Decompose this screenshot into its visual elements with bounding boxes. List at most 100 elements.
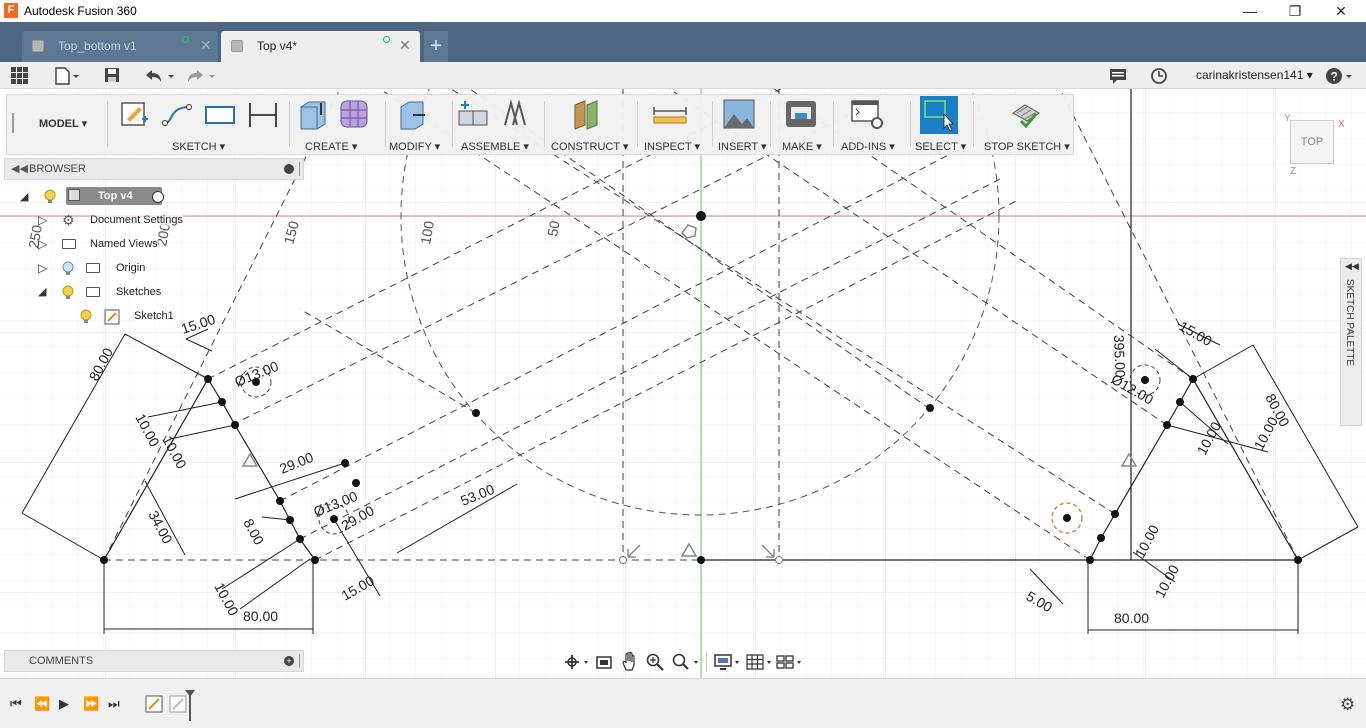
user-account-menu[interactable]: carinakristensen141 ▾ <box>1196 68 1313 82</box>
play-icon[interactable]: ▶ <box>59 696 69 712</box>
sketch-palette-panel[interactable]: ◀◀ SKETCH PALETTE <box>1340 258 1362 426</box>
visibility-bulb-icon[interactable] <box>44 189 56 205</box>
toolbar-divider <box>452 101 453 147</box>
tab-top-bottom-v1[interactable]: Top_bottom v1 ✕ <box>22 31 218 62</box>
gear-icon: ⚙ <box>62 212 75 228</box>
display-settings-icon[interactable] <box>714 653 742 671</box>
notifications-icon[interactable] <box>1109 68 1127 84</box>
visibility-bulb-icon[interactable] <box>62 261 74 277</box>
data-panel-grid-icon[interactable] <box>11 67 29 85</box>
navbar-divider <box>706 652 707 672</box>
panel-grip[interactable] <box>299 654 301 668</box>
timeline-settings-gear-icon[interactable]: ⚙ <box>1340 695 1355 715</box>
job-status-clock-icon[interactable] <box>1150 67 1168 85</box>
form-icon[interactable] <box>337 97 373 131</box>
close-tab-icon[interactable]: ✕ <box>399 37 411 54</box>
tree-label: Origin <box>116 262 146 274</box>
browser-item-origin[interactable]: ▷ Origin <box>36 258 196 280</box>
toolbar-grip[interactable] <box>12 113 14 133</box>
visibility-bulb-icon[interactable] <box>62 285 74 301</box>
rectangle-tool-icon[interactable] <box>202 97 238 131</box>
viewports-icon[interactable] <box>776 653 804 671</box>
timeline-sketch-feature-icon[interactable] <box>145 695 163 713</box>
add-comment-icon[interactable]: + <box>284 656 294 666</box>
line-tool-icon[interactable] <box>159 97 195 131</box>
sketch-dimension-icon[interactable] <box>245 97 281 131</box>
redo-icon[interactable] <box>186 67 220 85</box>
expand-arrow-icon[interactable]: ▷ <box>38 261 47 275</box>
new-component-icon[interactable] <box>455 97 491 131</box>
title-bar: F Autodesk Fusion 360 — ❐ ✕ <box>0 0 1366 22</box>
close-window-button[interactable]: ✕ <box>1318 0 1364 22</box>
collapse-arrow-icon[interactable]: ◢ <box>38 285 46 298</box>
toolbar-group-select[interactable]: SELECT ▾ <box>915 140 966 153</box>
insert-image-icon[interactable] <box>721 97 757 131</box>
toolbar-group-stop-sketch[interactable]: STOP SKETCH ▾ <box>984 140 1070 153</box>
browser-item-sketch1[interactable]: Sketch1 <box>78 306 218 328</box>
stop-sketch-icon[interactable] <box>1007 97 1043 131</box>
expand-palette-icon[interactable]: ◀◀ <box>1345 261 1359 272</box>
expand-arrow-icon[interactable]: ▷ <box>38 237 47 251</box>
step-forward-icon[interactable]: ⏩ <box>83 696 99 712</box>
pan-hand-icon[interactable] <box>621 652 639 672</box>
create-sketch-icon[interactable] <box>117 97 153 131</box>
measure-icon[interactable] <box>652 97 688 131</box>
step-back-icon[interactable]: ⏪ <box>34 696 50 712</box>
toolbar-group-add-ins[interactable]: ADD-INS ▾ <box>841 140 895 153</box>
status-dot-icon <box>383 36 390 43</box>
browser-title: BROWSER <box>29 163 86 175</box>
timeline-marker-icon[interactable] <box>184 689 196 721</box>
browser-item-document-settings[interactable]: ▷ ⚙ Document Settings <box>36 210 196 232</box>
minimize-panel-icon[interactable] <box>284 164 294 174</box>
browser-root-node[interactable]: ◢ Top v4 <box>18 186 218 208</box>
toolbar-group-create[interactable]: CREATE ▾ <box>305 140 357 153</box>
browser-item-sketches[interactable]: ◢ Sketches <box>36 282 196 304</box>
toolbar-group-construct[interactable]: CONSTRUCT ▾ <box>551 140 628 153</box>
undo-icon[interactable] <box>143 67 177 85</box>
scripts-add-ins-icon[interactable] <box>849 97 885 131</box>
help-icon[interactable]: ? <box>1325 67 1355 85</box>
new-tab-button[interactable]: + <box>424 31 448 62</box>
joint-icon[interactable] <box>497 97 533 131</box>
view-cube[interactable]: TOP <box>1290 120 1334 164</box>
fit-zoom-icon[interactable] <box>671 653 701 671</box>
collapse-browser-icon[interactable]: ◀◀ <box>11 162 28 175</box>
axis-z-label: Z <box>1290 166 1297 177</box>
component-icon <box>68 189 80 201</box>
toolbar-group-sketch[interactable]: SKETCH ▾ <box>172 140 225 153</box>
collapse-arrow-icon[interactable]: ◢ <box>20 190 28 203</box>
toolbar-group-make[interactable]: MAKE ▾ <box>782 140 822 153</box>
zoom-icon[interactable] <box>646 653 664 671</box>
axis-x-label: X <box>1338 119 1345 130</box>
folder-icon <box>86 263 100 273</box>
go-to-start-icon[interactable]: ⏮ <box>10 696 22 712</box>
activate-radio-icon[interactable] <box>152 191 164 203</box>
toolbar-group-inspect[interactable]: INSPECT ▾ <box>644 140 700 153</box>
browser-item-named-views[interactable]: ▷ Named Views <box>36 234 196 256</box>
go-to-end-icon[interactable]: ⏭ <box>108 696 120 712</box>
file-menu-icon[interactable] <box>54 67 80 85</box>
toolbar-group-assemble[interactable]: ASSEMBLE ▾ <box>461 140 529 153</box>
look-at-icon[interactable] <box>595 653 613 671</box>
tab-top-v4[interactable]: Top v4* ✕ <box>221 31 420 62</box>
toolbar-group-modify[interactable]: MODIFY ▾ <box>389 140 440 153</box>
minimize-button[interactable]: — <box>1227 0 1273 22</box>
workspace-switcher[interactable]: MODEL ▾ <box>39 117 87 130</box>
expand-arrow-icon[interactable]: ▷ <box>38 213 47 227</box>
extrude-icon[interactable] <box>295 97 331 131</box>
3d-print-icon[interactable] <box>783 97 819 131</box>
orbit-icon[interactable] <box>563 653 589 671</box>
document-tab-bar: Top_bottom v1 ✕ Top v4* ✕ <box>0 22 1366 62</box>
visibility-bulb-icon[interactable] <box>80 309 92 325</box>
grid-settings-icon[interactable] <box>746 653 774 671</box>
restore-button[interactable]: ❐ <box>1272 0 1318 22</box>
toolbar-group-insert[interactable]: INSERT ▾ <box>718 140 767 153</box>
close-tab-icon[interactable]: ✕ <box>200 37 212 54</box>
panel-grip[interactable] <box>299 162 301 176</box>
status-dot-icon <box>182 36 189 43</box>
browser-panel-header: ◀◀ BROWSER <box>4 158 304 180</box>
select-tool-button[interactable] <box>920 96 958 134</box>
save-icon[interactable] <box>104 67 120 83</box>
press-pull-icon[interactable] <box>395 97 431 131</box>
offset-plane-icon[interactable] <box>569 97 605 131</box>
